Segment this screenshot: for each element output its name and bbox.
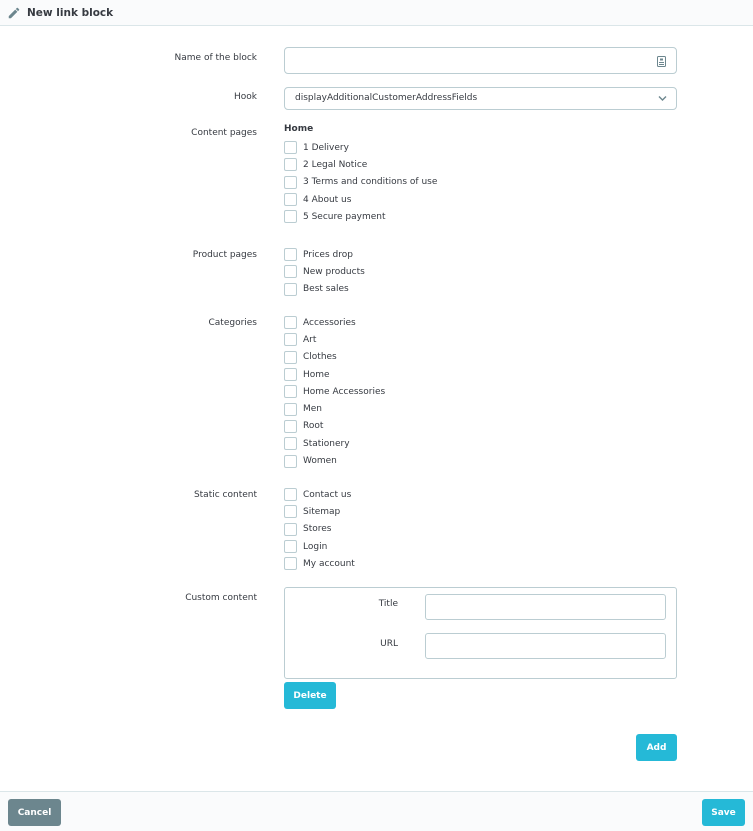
checkbox[interactable]	[284, 540, 297, 554]
checkbox-label: Home Accessories	[303, 386, 386, 397]
categories-label: Categories	[208, 318, 257, 328]
checkbox-label: Root	[303, 421, 324, 432]
name-row: Name of the block	[0, 47, 753, 74]
checkbox-label: 2 Legal Notice	[303, 159, 368, 170]
checkbox[interactable]	[284, 505, 297, 519]
checkbox-item[interactable]: Men	[284, 400, 385, 417]
add-button[interactable]: Add	[636, 734, 677, 761]
checkbox[interactable]	[284, 437, 297, 451]
product-pages-label: Product pages	[192, 250, 257, 260]
checkbox-label: Login	[303, 541, 328, 552]
pencil-icon	[8, 7, 20, 18]
checkbox[interactable]	[284, 419, 297, 433]
custom-url-label: URL	[380, 639, 398, 649]
checkbox-item[interactable]: Home	[284, 366, 385, 383]
chevron-down-icon	[658, 96, 667, 101]
custom-title-label: Title	[378, 599, 398, 609]
checkbox-item[interactable]: Accessories	[284, 314, 385, 331]
custom-content-box: Title URL	[284, 587, 677, 679]
checkbox-item[interactable]: Contact us	[284, 486, 355, 503]
checkbox-item[interactable]: Home Accessories	[284, 383, 385, 400]
static-content-label: Static content	[193, 490, 257, 500]
checkbox-item[interactable]: Women	[284, 452, 385, 469]
custom-content-row: Custom content Title URL	[0, 587, 753, 679]
checkbox-label: Art	[303, 334, 317, 345]
checkbox-label: My account	[303, 558, 355, 569]
checkbox[interactable]	[284, 210, 297, 224]
checkbox-label: Stationery	[303, 438, 350, 449]
checkbox[interactable]	[284, 158, 297, 172]
checkbox[interactable]	[284, 557, 297, 571]
hook-select[interactable]: displayAdditionalCustomerAddressFields	[284, 87, 677, 110]
checkbox-label: 4 About us	[303, 194, 352, 205]
checkbox-item[interactable]: 2 Legal Notice	[284, 156, 437, 173]
content-pages-group-title: Home	[284, 124, 314, 134]
content-pages-list: Home 1 Delivery 2 Legal Notice 3 Terms a…	[284, 124, 437, 225]
block-name-input[interactable]	[284, 47, 677, 74]
language-icon	[657, 56, 666, 67]
checkbox[interactable]	[284, 141, 297, 155]
name-label: Name of the block	[174, 53, 257, 63]
custom-title-input[interactable]	[425, 594, 666, 620]
custom-content-label: Custom content	[185, 593, 257, 603]
checkbox[interactable]	[284, 350, 297, 364]
checkbox[interactable]	[284, 265, 297, 279]
panel-header: New link block	[0, 0, 753, 26]
checkbox-item[interactable]: 4 About us	[284, 191, 437, 208]
cancel-button[interactable]: Cancel	[8, 799, 61, 826]
checkbox-item[interactable]: 1 Delivery	[284, 139, 437, 156]
checkbox[interactable]	[284, 454, 297, 468]
panel-footer: Cancel Save	[0, 791, 753, 831]
hook-row: Hook displayAdditionalCustomerAddressFie…	[0, 87, 753, 110]
checkbox-label: Sitemap	[303, 506, 341, 517]
checkbox[interactable]	[284, 316, 297, 330]
checkbox[interactable]	[284, 248, 297, 262]
checkbox-item[interactable]: Stationery	[284, 435, 385, 452]
checkbox-label: Women	[303, 456, 337, 467]
checkbox[interactable]	[284, 402, 297, 416]
checkbox-item[interactable]: My account	[284, 555, 355, 572]
checkbox-label: Stores	[303, 524, 332, 535]
checkbox-label: Home	[303, 369, 330, 380]
checkbox[interactable]	[284, 193, 297, 207]
checkbox[interactable]	[284, 282, 297, 296]
checkbox-item[interactable]: 5 Secure payment	[284, 208, 437, 225]
checkbox-item[interactable]: Best sales	[284, 281, 365, 298]
checkbox-item[interactable]: Clothes	[284, 349, 385, 366]
checkbox-item[interactable]: Stores	[284, 521, 355, 538]
checkbox-label: Prices drop	[303, 249, 353, 260]
hook-label: Hook	[234, 92, 257, 102]
checkbox-label: Best sales	[303, 284, 349, 295]
custom-url-input[interactable]	[425, 633, 666, 659]
checkbox-item[interactable]: Art	[284, 331, 385, 348]
checkbox-label: Men	[303, 404, 323, 415]
checkbox[interactable]	[284, 175, 297, 189]
content-pages-label: Content pages	[191, 128, 257, 138]
checkbox[interactable]	[284, 488, 297, 502]
checkbox-label: 5 Secure payment	[303, 211, 386, 222]
panel-title: New link block	[27, 6, 114, 19]
product-pages-list: Prices drop New products Best sales	[284, 246, 365, 298]
delete-button[interactable]: Delete	[284, 682, 336, 709]
checkbox-item[interactable]: Root	[284, 418, 385, 435]
checkbox-item[interactable]: 3 Terms and conditions of use	[284, 174, 437, 191]
checkbox-item[interactable]: Sitemap	[284, 503, 355, 520]
hook-select-value: displayAdditionalCustomerAddressFields	[295, 93, 478, 103]
checkbox-item[interactable]: New products	[284, 263, 365, 280]
checkbox-label: Clothes	[303, 352, 337, 363]
checkbox-label: New products	[303, 266, 365, 277]
checkbox-item[interactable]: Login	[284, 538, 355, 555]
save-button[interactable]: Save	[702, 799, 745, 826]
checkbox-label: Contact us	[303, 489, 352, 500]
checkbox[interactable]	[284, 333, 297, 347]
checkbox-label: 3 Terms and conditions of use	[303, 177, 438, 188]
categories-list: Accessories Art Clothes Home Home Access…	[284, 314, 385, 470]
checkbox[interactable]	[284, 385, 297, 399]
checkbox-item[interactable]: Prices drop	[284, 246, 365, 263]
checkbox-label: 1 Delivery	[303, 142, 349, 153]
checkbox-label: Accessories	[303, 317, 356, 328]
checkbox[interactable]	[284, 522, 297, 536]
checkbox[interactable]	[284, 368, 297, 382]
static-content-list: Contact us Sitemap Stores Login My accou…	[284, 486, 355, 572]
